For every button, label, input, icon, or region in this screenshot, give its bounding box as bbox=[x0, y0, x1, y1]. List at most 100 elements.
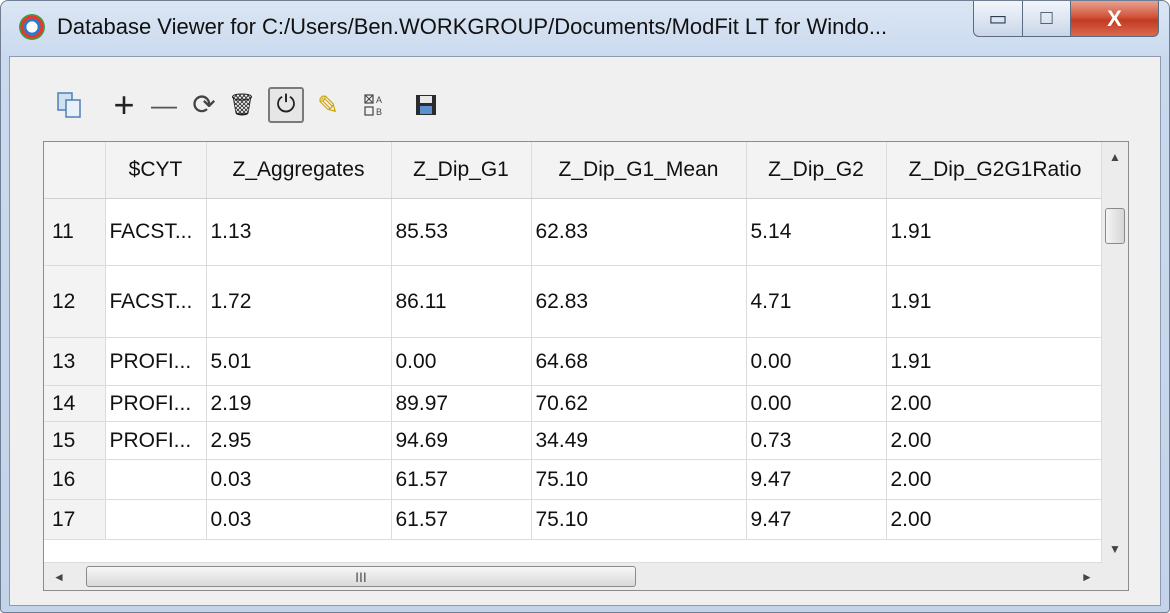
corner-header-cell[interactable] bbox=[44, 142, 106, 199]
header-row: $CYT Z_Aggregates Z_Dip_G1 Z_Dip_G1_Mean… bbox=[44, 142, 1105, 199]
title-bar[interactable]: Database Viewer for C:/Users/Ben.WORKGRO… bbox=[1, 1, 1169, 57]
copy-button[interactable] bbox=[52, 87, 88, 123]
app-logo-icon bbox=[19, 14, 45, 40]
add-row-button[interactable]: + bbox=[106, 87, 142, 123]
row-header[interactable]: 14 bbox=[44, 385, 106, 422]
maximize-button[interactable]: □ bbox=[1023, 1, 1071, 37]
copy-icon bbox=[57, 92, 81, 118]
row-header[interactable]: 15 bbox=[44, 421, 106, 460]
table-cell[interactable]: 70.62 bbox=[531, 385, 747, 422]
table-cell[interactable]: 1.72 bbox=[206, 265, 392, 338]
save-button[interactable] bbox=[408, 87, 444, 123]
column-header-z-aggregates[interactable]: Z_Aggregates bbox=[206, 142, 392, 199]
column-header-z-dip-g2g1-ratio[interactable]: Z_Dip_G2G1Ratio bbox=[886, 142, 1105, 199]
table-row[interactable]: 12 FACST... 1.72 86.11 62.83 4.71 1.91 bbox=[44, 265, 1105, 338]
grip-icon: III bbox=[355, 568, 367, 585]
table-row[interactable]: 11 FACST... 1.13 85.53 62.83 5.14 1.91 bbox=[44, 198, 1105, 266]
save-icon bbox=[416, 95, 436, 115]
column-header-cyt[interactable]: $CYT bbox=[105, 142, 207, 199]
column-chooser-button[interactable]: A B bbox=[358, 87, 394, 123]
refresh-icon: ⟳ bbox=[192, 89, 216, 120]
table-cell[interactable]: 9.47 bbox=[746, 459, 887, 500]
table-cell[interactable]: 0.73 bbox=[746, 421, 887, 460]
table-row[interactable]: 16 0.03 61.57 75.10 9.47 2.00 bbox=[44, 459, 1105, 500]
column-header-z-dip-g1-mean[interactable]: Z_Dip_G1_Mean bbox=[531, 142, 747, 199]
window-title: Database Viewer for C:/Users/Ben.WORKGRO… bbox=[57, 14, 888, 39]
table-cell[interactable]: 2.00 bbox=[886, 499, 1105, 540]
close-button[interactable]: X bbox=[1071, 1, 1159, 37]
table-cell[interactable]: 89.97 bbox=[391, 385, 532, 422]
scroll-left-arrow-icon[interactable]: ◄ bbox=[46, 563, 72, 590]
row-header[interactable]: 13 bbox=[44, 337, 106, 386]
table-cell[interactable]: 85.53 bbox=[391, 198, 532, 266]
maximize-icon: □ bbox=[1040, 7, 1053, 29]
table-cell[interactable]: 0.00 bbox=[746, 385, 887, 422]
table-cell[interactable]: 75.10 bbox=[531, 499, 747, 540]
column-header-z-dip-g2[interactable]: Z_Dip_G2 bbox=[746, 142, 887, 199]
scroll-up-arrow-icon[interactable]: ▲ bbox=[1102, 144, 1128, 170]
table-cell[interactable]: FACST... bbox=[105, 265, 207, 338]
table-cell[interactable]: PROFI... bbox=[105, 385, 207, 422]
remove-row-button[interactable]: — bbox=[146, 87, 182, 123]
table-cell[interactable]: 62.83 bbox=[531, 265, 747, 338]
scroll-right-arrow-icon[interactable]: ► bbox=[1074, 563, 1100, 590]
table-cell[interactable]: 2.00 bbox=[886, 385, 1105, 422]
table-cell[interactable] bbox=[105, 499, 207, 540]
row-header[interactable]: 12 bbox=[44, 265, 106, 338]
table-cell[interactable]: 1.91 bbox=[886, 265, 1105, 338]
column-chooser-icon: A B bbox=[364, 94, 382, 117]
row-header[interactable]: 17 bbox=[44, 499, 106, 540]
vertical-scrollbar[interactable]: ▲ ▼ bbox=[1101, 142, 1128, 564]
table-cell[interactable]: 0.00 bbox=[391, 337, 532, 386]
table-cell[interactable]: 5.01 bbox=[206, 337, 392, 386]
delete-button[interactable]: 🗑 bbox=[224, 87, 260, 123]
table-cell[interactable]: 0.00 bbox=[746, 337, 887, 386]
power-icon: ⏻ bbox=[276, 91, 296, 118]
edit-button[interactable]: ✎ bbox=[310, 87, 346, 123]
table-cell[interactable] bbox=[105, 459, 207, 500]
table-cell[interactable]: 75.10 bbox=[531, 459, 747, 500]
table-cell[interactable]: 2.00 bbox=[886, 459, 1105, 500]
minimize-button[interactable]: ▭ bbox=[973, 1, 1023, 37]
table-cell[interactable]: 4.71 bbox=[746, 265, 887, 338]
table-cell[interactable]: 61.57 bbox=[391, 459, 532, 500]
table-cell[interactable]: 2.95 bbox=[206, 421, 392, 460]
database-viewer-window: Database Viewer for C:/Users/Ben.WORKGRO… bbox=[0, 0, 1170, 613]
table-row[interactable]: 17 0.03 61.57 75.10 9.47 2.00 bbox=[44, 499, 1105, 540]
table-cell[interactable]: 0.03 bbox=[206, 499, 392, 540]
table-cell[interactable]: 86.11 bbox=[391, 265, 532, 338]
table-cell[interactable]: 1.91 bbox=[886, 337, 1105, 386]
table-cell[interactable]: 1.91 bbox=[886, 198, 1105, 266]
table-cell[interactable]: 94.69 bbox=[391, 421, 532, 460]
table-cell[interactable]: 64.68 bbox=[531, 337, 747, 386]
table-cell[interactable]: 2.19 bbox=[206, 385, 392, 422]
row-header[interactable]: 16 bbox=[44, 459, 106, 500]
table-cell[interactable]: 5.14 bbox=[746, 198, 887, 266]
minus-icon: — bbox=[151, 90, 177, 120]
refresh-button[interactable]: ⟳ bbox=[186, 87, 222, 123]
table-cell[interactable]: 62.83 bbox=[531, 198, 747, 266]
power-toggle-button[interactable]: ⏻ bbox=[268, 87, 304, 123]
row-header[interactable]: 11 bbox=[44, 198, 106, 266]
svg-text:A: A bbox=[376, 95, 382, 105]
table-row[interactable]: 13 PROFI... 5.01 0.00 64.68 0.00 1.91 bbox=[44, 337, 1105, 386]
data-grid: $CYT Z_Aggregates Z_Dip_G1 Z_Dip_G1_Mean… bbox=[43, 141, 1129, 591]
column-header-z-dip-g1[interactable]: Z_Dip_G1 bbox=[391, 142, 532, 199]
table-cell[interactable]: 34.49 bbox=[531, 421, 747, 460]
table-cell[interactable]: PROFI... bbox=[105, 337, 207, 386]
table-row[interactable]: 15 PROFI... 2.95 94.69 34.49 0.73 2.00 bbox=[44, 421, 1105, 460]
table-cell[interactable]: 0.03 bbox=[206, 459, 392, 500]
table-cell[interactable]: FACST... bbox=[105, 198, 207, 266]
table-cell[interactable]: 1.13 bbox=[206, 198, 392, 266]
table-cell[interactable]: 9.47 bbox=[746, 499, 887, 540]
table-cell[interactable]: PROFI... bbox=[105, 421, 207, 460]
vertical-scroll-thumb[interactable] bbox=[1105, 208, 1125, 244]
table-cell[interactable]: 61.57 bbox=[391, 499, 532, 540]
trash-icon: 🗑 bbox=[228, 92, 256, 117]
horizontal-scrollbar[interactable]: ◄ III ► bbox=[44, 562, 1102, 590]
scroll-down-arrow-icon[interactable]: ▼ bbox=[1102, 536, 1128, 562]
table-row[interactable]: 14 PROFI... 2.19 89.97 70.62 0.00 2.00 bbox=[44, 385, 1105, 422]
plus-icon: + bbox=[113, 84, 135, 125]
table-cell[interactable]: 2.00 bbox=[886, 421, 1105, 460]
horizontal-scroll-thumb[interactable]: III bbox=[86, 566, 636, 587]
